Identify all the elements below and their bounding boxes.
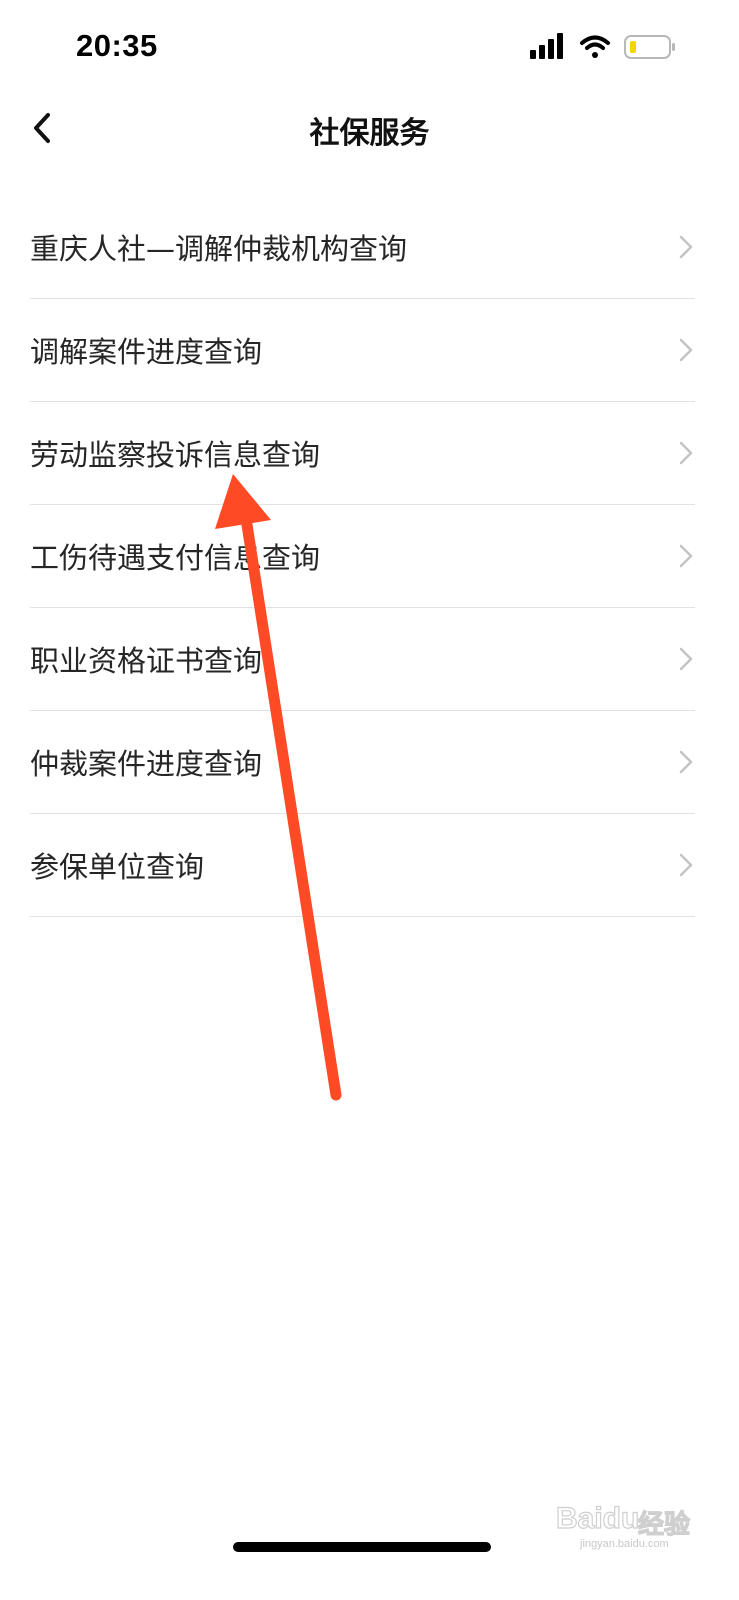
menu-item-work-injury-payment-query[interactable]: 工伤待遇支付信息查询 bbox=[30, 505, 695, 608]
baidu-jingyan-watermark: Baidu 经验 jingyan.baidu.com bbox=[555, 1490, 706, 1550]
battery-icon bbox=[624, 35, 675, 59]
menu-item-qualification-certificate-query[interactable]: 职业资格证书查询 bbox=[30, 608, 695, 711]
menu-item-insured-employer-query[interactable]: 参保单位查询 bbox=[30, 814, 695, 917]
menu-item-label: 工伤待遇支付信息查询 bbox=[30, 541, 321, 575]
menu-item-labor-inspection-complaint-query[interactable]: 劳动监察投诉信息查询 bbox=[30, 402, 695, 505]
chevron-right-icon bbox=[679, 544, 693, 568]
service-menu-list: 重庆人社—调解仲裁机构查询 调解案件进度查询 劳动监察投诉信息查询 工伤待遇支付… bbox=[30, 196, 695, 917]
home-indicator[interactable] bbox=[233, 1542, 491, 1552]
watermark-text: 经验 bbox=[637, 1509, 691, 1540]
chevron-right-icon bbox=[679, 647, 693, 671]
chevron-right-icon bbox=[679, 235, 693, 259]
menu-item-label: 参保单位查询 bbox=[30, 850, 205, 884]
menu-item-label: 职业资格证书查询 bbox=[30, 644, 263, 678]
menu-item-label: 劳动监察投诉信息查询 bbox=[30, 438, 321, 472]
menu-item-arbitration-case-progress-query[interactable]: 仲裁案件进度查询 bbox=[30, 711, 695, 814]
watermark-url: jingyan.baidu.com bbox=[580, 1538, 669, 1550]
menu-item-label: 仲裁案件进度查询 bbox=[30, 747, 263, 781]
signal-icon bbox=[530, 33, 563, 59]
chevron-right-icon bbox=[679, 338, 693, 362]
nav-bar: 社保服务 bbox=[0, 96, 739, 160]
page-title: 社保服务 bbox=[309, 116, 430, 151]
status-time: 20:35 bbox=[76, 28, 158, 63]
wifi-icon bbox=[580, 35, 610, 58]
watermark-logo: Baidu bbox=[555, 1501, 640, 1535]
chevron-right-icon bbox=[679, 750, 693, 774]
status-icons bbox=[530, 33, 676, 67]
menu-item-mediation-arbitration-agency-query[interactable]: 重庆人社—调解仲裁机构查询 bbox=[30, 196, 695, 299]
menu-item-label: 重庆人社—调解仲裁机构查询 bbox=[30, 232, 408, 266]
status-bar: 20:35 bbox=[0, 0, 739, 96]
menu-item-mediation-case-progress-query[interactable]: 调解案件进度查询 bbox=[30, 299, 695, 402]
chevron-right-icon bbox=[679, 853, 693, 877]
menu-item-label: 调解案件进度查询 bbox=[30, 335, 263, 369]
chevron-right-icon bbox=[679, 441, 693, 465]
